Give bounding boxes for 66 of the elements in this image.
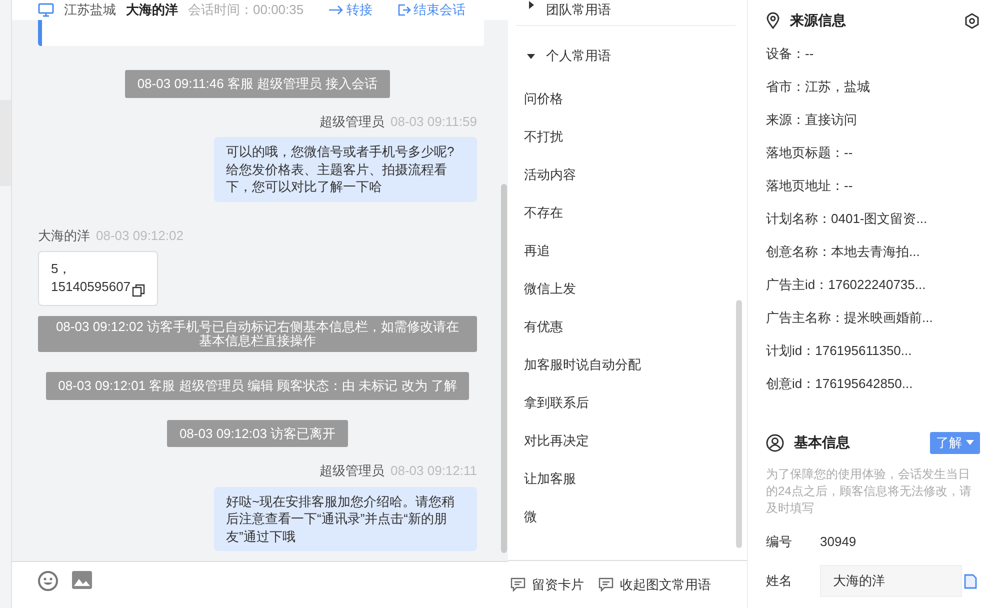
system-message: 08-03 09:11:46 客服 超级管理员 接入会话 [125, 70, 390, 98]
location-pin-icon [766, 12, 780, 29]
info-field: 广告主名称：提米映画婚前... [766, 301, 980, 334]
info-field: 落地页标题：-- [766, 136, 980, 169]
quick-reply-item[interactable]: 拿到联系后 [516, 384, 597, 422]
quick-reply-item[interactable]: 微信上发 [516, 270, 584, 308]
field-value: 30949 [820, 532, 856, 551]
sender-name: 大海的洋 [38, 228, 90, 243]
quick-reply-item[interactable]: 有优惠 [516, 308, 571, 346]
arrow-icon [328, 5, 344, 15]
sender-name: 超级管理员 [320, 463, 384, 478]
image-icon[interactable] [71, 570, 93, 590]
scrollbar[interactable] [501, 184, 507, 553]
message-time: 08-03 09:12:02 [96, 228, 184, 243]
emoji-icon[interactable] [37, 570, 59, 592]
quick-reply-item[interactable]: 微 [516, 498, 545, 536]
info-field: 省市：江苏，盐城 [766, 70, 980, 103]
info-field: 计划名称：0401-图文留资... [766, 202, 980, 235]
name-input[interactable]: 大海的洋 [820, 565, 962, 598]
session-time: 会话时间：00:00:35 [188, 1, 304, 20]
info-field: 创意名称：本地去青海拍... [766, 235, 980, 268]
quick-reply-item[interactable]: 让加客服 [516, 460, 584, 498]
group-header[interactable]: 团队常用语 [516, 0, 736, 26]
message-time: 08-03 09:12:11 [390, 463, 477, 478]
system-message: 08-03 09:12:01 客服 超级管理员 编辑 顾客状态：由 未标记 改为 了解 [46, 372, 469, 400]
section-title: 基本信息 [794, 433, 850, 452]
caret-right-icon [526, 0, 536, 10]
footer-action[interactable]: 收起图文常用语 [598, 574, 711, 594]
field-label: 姓名 [766, 572, 793, 590]
system-message: 08-03 09:12:03 访客已离开 [167, 420, 348, 448]
section-title: 来源信息 [790, 11, 846, 30]
info-field: 落地页地址：-- [766, 169, 980, 202]
info-note: 为了保障您的使用体验，会话发生当日的24点之后，顾客信息将无法修改，请及时填写 [766, 466, 972, 518]
visitor-location: 江苏盐城 [64, 1, 116, 20]
info-field: 来源：直接访问 [766, 103, 980, 136]
caret-down-icon [966, 440, 974, 446]
quick-reply-item[interactable]: 不打扰 [516, 118, 571, 156]
quick-reply-item[interactable]: 问价格 [516, 80, 571, 118]
message-bubble: 好哒~现在安排客服加您介绍哈。请您稍后注意查看一下“通讯录”并点击“新的朋友”通过下哦 [214, 486, 477, 552]
quick-reply-item[interactable]: 对比再决定 [516, 422, 597, 460]
monitor-icon [38, 3, 54, 17]
quick-reply-item[interactable]: 不存在 [516, 194, 571, 232]
info-field: 广告主id：176022240735... [766, 268, 980, 301]
message-time: 08-03 09:11:59 [390, 114, 477, 128]
sender-name: 超级管理员 [320, 114, 384, 128]
user-icon [766, 434, 784, 452]
quick-reply-item[interactable]: 活动内容 [516, 156, 584, 194]
footer-action[interactable]: 留资卡片 [510, 574, 584, 594]
field-label: 编号 [766, 532, 793, 551]
group-header[interactable]: 个人常用语 [516, 40, 736, 72]
system-message: 08-03 09:12:02 访客手机号已自动标记右侧基本信息栏，如需修改请在基本信息栏直接操作 [38, 316, 477, 352]
visitor-name: 大海的洋 [126, 1, 178, 20]
message-icon [510, 577, 526, 592]
info-field: 设备：-- [766, 37, 980, 70]
scrollbar[interactable] [736, 300, 742, 548]
quick-reply-item[interactable]: 加客服时说自动分配 [516, 346, 649, 384]
info-field: 创意id：176195642850... [766, 367, 980, 400]
caret-down-icon [526, 51, 536, 61]
message-icon [598, 577, 614, 592]
quick-reply-item[interactable]: 再追 [516, 232, 558, 270]
copy-icon[interactable] [132, 284, 145, 297]
exit-icon [396, 3, 411, 17]
settings-icon[interactable] [964, 12, 980, 28]
message-text: 5， 15140595607 [51, 260, 131, 296]
info-field: 计划id：176195611350... [766, 334, 980, 367]
message-bubble: 可以的哦，您微信号或者手机号多少呢?给您发价格表、主题客片、拍摄流程看下，您可以对比了解一下哈 [214, 137, 477, 202]
